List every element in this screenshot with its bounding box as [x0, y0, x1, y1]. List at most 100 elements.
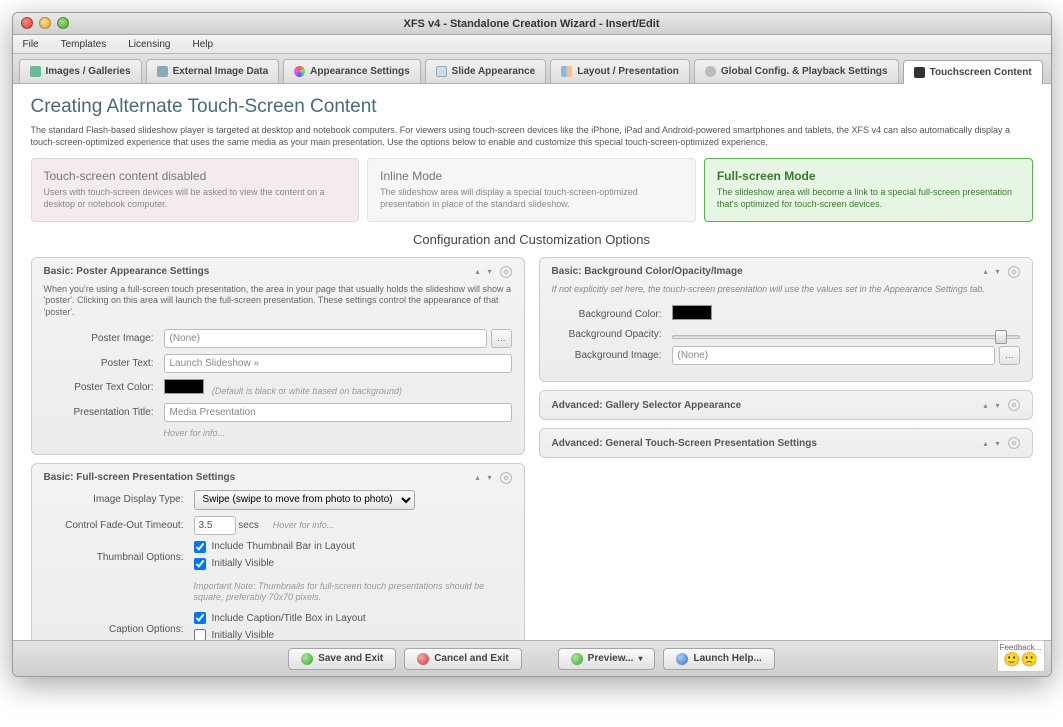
fade-hover-hint: Hover for info... [273, 520, 335, 530]
panel-poster-title: Basic: Poster Appearance Settings [44, 266, 476, 277]
play-icon [571, 653, 583, 665]
zoom-icon[interactable] [57, 17, 69, 29]
page-intro: The standard Flash-based slideshow playe… [31, 124, 1033, 148]
menubar: File Templates Licensing Help [13, 35, 1051, 54]
gear-icon[interactable] [1008, 437, 1020, 449]
collapse-down-icon[interactable]: ▾ [487, 267, 491, 276]
save-and-exit-button[interactable]: Save and Exit [288, 648, 396, 670]
mode-disabled-desc: Users with touch-screen devices will be … [44, 187, 347, 210]
panel-background-title: Basic: Background Color/Opacity/Image [552, 266, 984, 277]
fade-timeout-input[interactable]: 3.5 [194, 516, 236, 535]
page-title: Creating Alternate Touch-Screen Content [31, 96, 1033, 118]
feedback-widget[interactable]: Feedback... 🙂🙁 [997, 640, 1045, 672]
feedback-faces-icon: 🙂🙁 [998, 652, 1044, 666]
cancel-and-exit-button[interactable]: Cancel and Exit [404, 648, 521, 670]
tab-touchscreen-content[interactable]: Touchscreen Content [903, 60, 1043, 84]
panel-gallery-selector[interactable]: Advanced: Gallery Selector Appearance ▴ ▾ [539, 390, 1033, 420]
mode-fullscreen-desc: The slideshow area will become a link to… [717, 187, 1020, 210]
background-color-label: Background Color: [552, 309, 672, 320]
background-image-label: Background Image: [552, 350, 672, 361]
minimize-icon[interactable] [39, 17, 51, 29]
poster-text-color-label: Poster Text Color: [44, 382, 164, 393]
mode-disabled-title: Touch-screen content disabled [44, 169, 347, 183]
browse-button[interactable]: … [491, 329, 512, 348]
menu-licensing[interactable]: Licensing [128, 39, 170, 50]
panel-general-touchscreen-title: Advanced: General Touch-Screen Presentat… [552, 438, 984, 449]
mode-selector-row: Touch-screen content disabled Users with… [31, 158, 1033, 221]
panel-background-desc: If not explicitly set here, the touch-sc… [552, 284, 1020, 296]
background-image-input[interactable] [672, 346, 995, 365]
tab-external-image-data[interactable]: External Image Data [146, 59, 280, 83]
caption-options-label: Caption Options: [44, 624, 194, 635]
cancel-icon [417, 653, 429, 665]
thumbnail-note: Important Note: Thumbnails for full-scre… [194, 581, 512, 604]
menu-templates[interactable]: Templates [61, 39, 107, 50]
content-area: Creating Alternate Touch-Screen Content … [13, 84, 1051, 640]
panel-general-touchscreen[interactable]: Advanced: General Touch-Screen Presentat… [539, 428, 1033, 458]
app-window: XFS v4 - Standalone Creation Wizard - In… [12, 12, 1052, 677]
gear-icon[interactable] [500, 472, 512, 484]
panel-gallery-selector-title: Advanced: Gallery Selector Appearance [552, 400, 984, 411]
mode-inline-desc: The slideshow area will display a specia… [380, 187, 683, 210]
fade-timeout-label: Control Fade-Out Timeout: [44, 520, 194, 531]
gear-icon[interactable] [1008, 266, 1020, 278]
preview-button[interactable]: Preview... ▾ [558, 648, 656, 670]
image-display-type-select[interactable]: Swipe (swipe to move from photo to photo… [194, 490, 415, 510]
tab-global-config[interactable]: Global Config. & Playback Settings [694, 59, 899, 83]
mode-disabled-card[interactable]: Touch-screen content disabled Users with… [31, 158, 360, 221]
menu-help[interactable]: Help [192, 39, 213, 50]
poster-hover-hint: Hover for info... [164, 428, 512, 438]
presentation-title-label: Presentation Title: [44, 407, 164, 418]
include-caption-box-checkbox[interactable]: Include Caption/Title Box in Layout [194, 612, 512, 624]
collapse-up-icon[interactable]: ▴ [983, 401, 987, 410]
poster-text-color-hint: (Default is black or white based on back… [212, 386, 402, 396]
close-icon[interactable] [21, 17, 33, 29]
background-color-swatch[interactable] [672, 305, 712, 320]
image-display-type-label: Image Display Type: [44, 494, 194, 505]
thumbnail-initially-visible-checkbox[interactable]: Initially Visible [194, 558, 512, 570]
background-opacity-slider[interactable] [672, 335, 1020, 339]
panel-fullscreen-settings: Basic: Full-screen Presentation Settings… [31, 463, 525, 640]
tab-images-galleries[interactable]: Images / Galleries [19, 59, 142, 83]
window-title: XFS v4 - Standalone Creation Wizard - In… [404, 18, 660, 30]
collapse-up-icon[interactable]: ▴ [475, 267, 479, 276]
mode-inline-card[interactable]: Inline Mode The slideshow area will disp… [367, 158, 696, 221]
mode-fullscreen-card[interactable]: Full-screen Mode The slideshow area will… [704, 158, 1033, 221]
collapse-down-icon[interactable]: ▾ [995, 401, 999, 410]
background-opacity-label: Background Opacity: [552, 329, 672, 340]
collapse-down-icon[interactable]: ▾ [487, 473, 491, 482]
collapse-up-icon[interactable]: ▴ [983, 267, 987, 276]
caption-initially-visible-checkbox[interactable]: Initially Visible [194, 629, 512, 640]
gear-icon[interactable] [1008, 399, 1020, 411]
panel-poster-appearance: Basic: Poster Appearance Settings ▴ ▾ Whe… [31, 257, 525, 455]
poster-image-input[interactable] [164, 329, 487, 348]
include-thumbnail-bar-checkbox[interactable]: Include Thumbnail Bar in Layout [194, 541, 512, 553]
browse-button[interactable]: … [999, 346, 1020, 365]
poster-text-color-swatch[interactable] [164, 379, 204, 394]
dropdown-icon: ▾ [638, 654, 642, 663]
collapse-up-icon[interactable]: ▴ [983, 439, 987, 448]
collapse-down-icon[interactable]: ▾ [995, 439, 999, 448]
menu-file[interactable]: File [23, 39, 39, 50]
panel-poster-desc: When you're using a full-screen touch pr… [44, 284, 512, 319]
panel-background: Basic: Background Color/Opacity/Image ▴ ▾… [539, 257, 1033, 383]
collapse-up-icon[interactable]: ▴ [475, 473, 479, 482]
check-icon [301, 653, 313, 665]
tab-layout-presentation[interactable]: Layout / Presentation [550, 59, 690, 83]
launch-help-button[interactable]: Launch Help... [663, 648, 774, 670]
titlebar: XFS v4 - Standalone Creation Wizard - In… [13, 13, 1051, 35]
help-icon [676, 653, 688, 665]
tab-appearance-settings[interactable]: Appearance Settings [283, 59, 420, 83]
window-controls [21, 17, 69, 29]
gear-icon[interactable] [500, 266, 512, 278]
poster-image-label: Poster Image: [44, 333, 164, 344]
mode-fullscreen-title: Full-screen Mode [717, 169, 1020, 183]
collapse-down-icon[interactable]: ▾ [995, 267, 999, 276]
poster-text-label: Poster Text: [44, 358, 164, 369]
tab-slide-appearance[interactable]: Slide Appearance [425, 59, 547, 83]
slider-knob-icon[interactable] [995, 330, 1007, 344]
thumbnail-options-label: Thumbnail Options: [44, 552, 194, 563]
poster-text-input[interactable] [164, 354, 512, 373]
panel-fullscreen-title: Basic: Full-screen Presentation Settings [44, 472, 476, 483]
presentation-title-input[interactable] [164, 403, 512, 422]
